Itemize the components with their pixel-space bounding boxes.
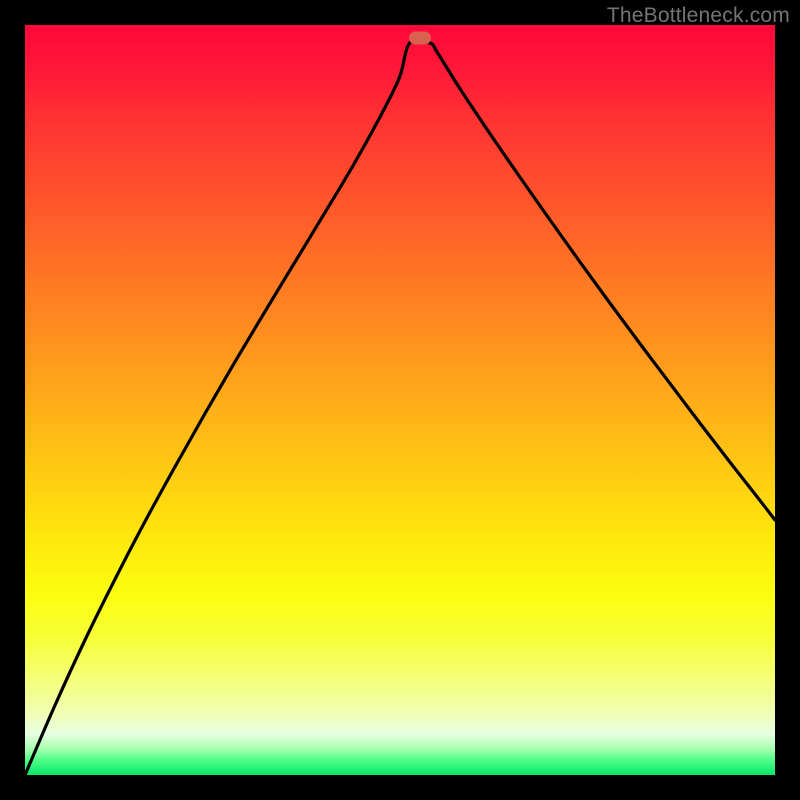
watermark-text: TheBottleneck.com: [607, 4, 790, 28]
curve-svg: [25, 25, 775, 775]
bottleneck-curve-path: [25, 40, 775, 775]
plot-area: [25, 25, 775, 775]
optimal-point-marker: [409, 31, 431, 44]
chart-frame: TheBottleneck.com: [0, 0, 800, 800]
